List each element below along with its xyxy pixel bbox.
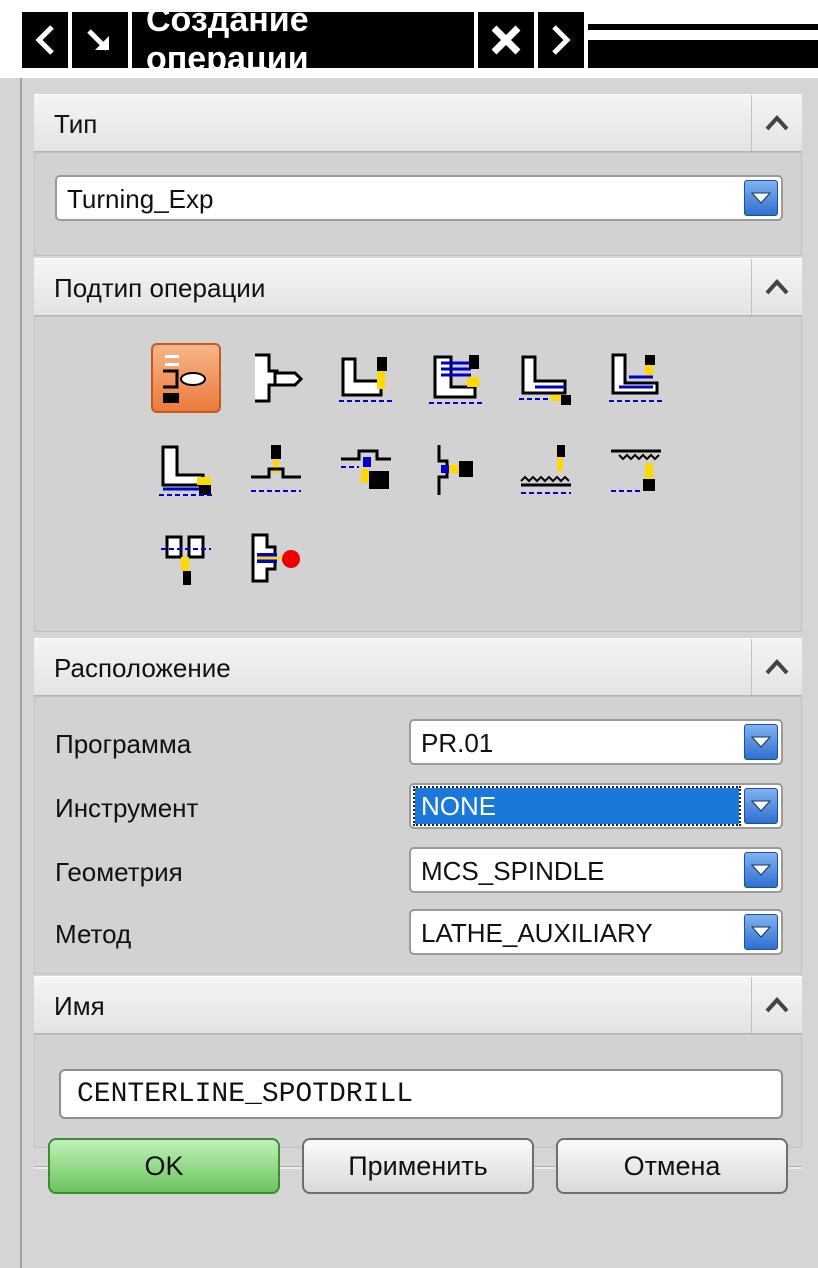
title-bar-rule <box>588 24 818 30</box>
thread-id-icon[interactable] <box>601 435 671 505</box>
cancel-button[interactable]: Отмена <box>556 1138 788 1194</box>
finish-turn-od-icon[interactable] <box>151 435 221 505</box>
type-section-label: Тип <box>54 109 98 139</box>
prev-dialog-button[interactable] <box>22 12 68 68</box>
chevron-up-icon <box>765 115 789 131</box>
part-off-icon[interactable] <box>151 523 221 593</box>
apply-button[interactable]: Применить <box>302 1138 534 1194</box>
subtype-section-header[interactable]: Подтип операции <box>34 258 802 316</box>
dropdown-arrow-icon[interactable] <box>744 914 778 950</box>
chevron-right-icon <box>552 25 571 55</box>
rough-back-bore-icon[interactable] <box>601 343 671 413</box>
groove-od-icon[interactable] <box>241 435 311 505</box>
geometry-value: MCS_SPINDLE <box>421 856 605 886</box>
ok-button[interactable]: OK <box>48 1138 280 1194</box>
facing-op-icon[interactable] <box>151 343 221 413</box>
subtype-section-body <box>34 316 802 632</box>
program-dropdown[interactable]: PR.01 <box>409 719 783 765</box>
name-section-label: Имя <box>54 991 105 1021</box>
pin-arrow-icon <box>87 29 109 51</box>
subtype-section-label: Подтип операции <box>54 273 266 303</box>
next-dialog-button[interactable] <box>538 12 584 68</box>
type-section-body: Turning_Exp <box>34 152 802 256</box>
location-section-header[interactable]: Расположение <box>34 638 802 696</box>
type-collapse-button[interactable] <box>751 95 802 151</box>
title-bar-rule <box>588 40 818 68</box>
groove-id-icon[interactable] <box>331 435 401 505</box>
groove-face-icon[interactable] <box>421 435 491 505</box>
subtype-collapse-button[interactable] <box>751 259 802 315</box>
tool-label: Инструмент <box>55 793 199 823</box>
type-dropdown-value: Turning_Exp <box>67 184 214 214</box>
name-collapse-button[interactable] <box>751 977 802 1033</box>
tool-dropdown[interactable]: NONE <box>409 783 783 829</box>
dropdown-arrow-icon[interactable] <box>744 724 778 760</box>
rough-turn-od-icon[interactable] <box>331 343 401 413</box>
dropdown-arrow-icon[interactable] <box>744 852 778 888</box>
type-dropdown[interactable]: Turning_Exp <box>55 175 783 221</box>
centerline-drill-op-icon[interactable] <box>241 343 311 413</box>
method-label: Метод <box>55 919 132 949</box>
program-value: PR.01 <box>421 728 494 758</box>
location-section-body: Программа PR.01 Инструмент NONE Геометри… <box>34 696 802 974</box>
operation-name-input[interactable]: CENTERLINE_SPOTDRILL <box>59 1069 783 1119</box>
program-label: Программа <box>55 729 192 759</box>
thread-od-icon[interactable] <box>511 435 581 505</box>
dialog-title: Создание операции <box>132 1 474 78</box>
chevron-up-icon <box>765 997 789 1013</box>
create-operation-dialog: Тип Turning_Exp Подтип операции Располож… <box>20 78 814 1268</box>
name-section-body: CENTERLINE_SPOTDRILL <box>34 1034 802 1148</box>
rough-bore-id-icon[interactable] <box>511 343 581 413</box>
name-section-header[interactable]: Имя <box>34 976 802 1034</box>
location-collapse-button[interactable] <box>751 639 802 695</box>
lathe-user-icon[interactable] <box>241 523 311 593</box>
dropdown-arrow-icon[interactable] <box>744 788 778 824</box>
pin-button[interactable] <box>72 12 128 68</box>
rough-back-turn-icon[interactable] <box>421 343 491 413</box>
geometry-label: Геометрия <box>55 857 183 887</box>
location-section-label: Расположение <box>54 653 231 683</box>
close-icon <box>491 25 521 55</box>
title-bar: Создание операции <box>0 0 818 78</box>
method-value: LATHE_AUXILIARY <box>421 918 653 948</box>
geometry-dropdown[interactable]: MCS_SPINDLE <box>409 847 783 893</box>
tool-value: NONE <box>413 786 741 826</box>
method-dropdown[interactable]: LATHE_AUXILIARY <box>409 909 783 955</box>
chevron-left-icon <box>35 25 54 55</box>
close-button[interactable] <box>478 12 534 68</box>
chevron-up-icon <box>765 659 789 675</box>
dropdown-arrow-icon[interactable] <box>744 180 778 216</box>
chevron-up-icon <box>765 279 789 295</box>
type-section-header[interactable]: Тип <box>34 94 802 152</box>
